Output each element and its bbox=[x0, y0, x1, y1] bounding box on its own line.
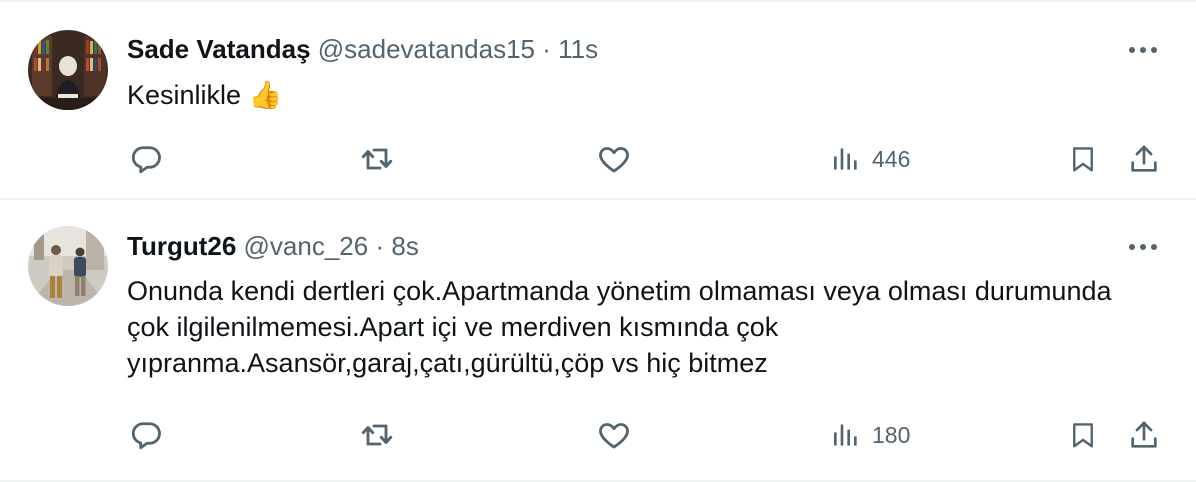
bookmark-icon bbox=[1073, 147, 1093, 172]
view-count: 446 bbox=[872, 145, 911, 172]
retweet-button[interactable] bbox=[358, 415, 396, 455]
avatar-image bbox=[28, 30, 108, 110]
more-icon[interactable] bbox=[1128, 35, 1158, 65]
views-icon bbox=[834, 424, 857, 446]
share-icon bbox=[1131, 145, 1157, 172]
heart-icon bbox=[599, 423, 629, 449]
tweet[interactable]: Sade Vatandaş @sadevatandas15 · 11s Kesi… bbox=[0, 0, 1196, 200]
more-icon[interactable] bbox=[1128, 232, 1158, 262]
separator-dot: · bbox=[542, 34, 551, 64]
timestamp[interactable]: 8s bbox=[391, 231, 418, 261]
bookmark-icon bbox=[1073, 423, 1093, 448]
reply-icon bbox=[131, 146, 161, 174]
views-button[interactable]: 180 bbox=[830, 415, 910, 455]
share-button[interactable] bbox=[1127, 139, 1161, 179]
like-button[interactable] bbox=[596, 415, 632, 455]
tweet-header: Sade Vatandaş @sadevatandas15 · 11s bbox=[127, 31, 598, 67]
action-bar: 180 bbox=[0, 415, 1196, 455]
share-icon bbox=[1131, 421, 1157, 448]
action-bar: 446 bbox=[0, 139, 1196, 179]
timestamp[interactable]: 11s bbox=[558, 34, 598, 64]
tweet-text: Kesinlikle 👍 bbox=[127, 77, 1137, 113]
tweet-header: Turgut26 @vanc_26 · 8s bbox=[127, 228, 419, 264]
retweet-icon bbox=[361, 148, 393, 170]
tweet-text-content: Kesinlikle bbox=[127, 80, 242, 110]
retweet-button[interactable] bbox=[358, 139, 396, 179]
reply-button[interactable] bbox=[128, 415, 164, 455]
tweet-text: Onunda kendi dertleri çok.Apartmanda yön… bbox=[127, 276, 1112, 378]
thumbs-up-emoji: 👍 bbox=[248, 80, 283, 110]
author-handle[interactable]: @sadevatandas15 bbox=[318, 34, 535, 64]
share-button[interactable] bbox=[1127, 415, 1161, 455]
like-button[interactable] bbox=[596, 139, 632, 179]
view-count: 180 bbox=[872, 421, 911, 448]
bookmark-button[interactable] bbox=[1068, 139, 1098, 179]
author-handle[interactable]: @vanc_26 bbox=[244, 231, 369, 261]
tweet[interactable]: Turgut26 @vanc_26 · 8s Onunda kendi dert… bbox=[0, 200, 1196, 482]
heart-icon bbox=[599, 147, 629, 173]
views-icon bbox=[834, 148, 857, 170]
author-name[interactable]: Turgut26 bbox=[127, 231, 236, 261]
bookmark-button[interactable] bbox=[1068, 415, 1098, 455]
retweet-icon bbox=[361, 424, 393, 446]
author-name[interactable]: Sade Vatandaş bbox=[127, 34, 311, 64]
separator-dot: · bbox=[375, 231, 385, 261]
avatar[interactable] bbox=[28, 226, 108, 306]
reply-button[interactable] bbox=[128, 139, 164, 179]
avatar[interactable] bbox=[28, 30, 108, 110]
views-button[interactable]: 446 bbox=[830, 139, 910, 179]
reply-icon bbox=[131, 422, 161, 450]
avatar-image bbox=[28, 226, 108, 306]
